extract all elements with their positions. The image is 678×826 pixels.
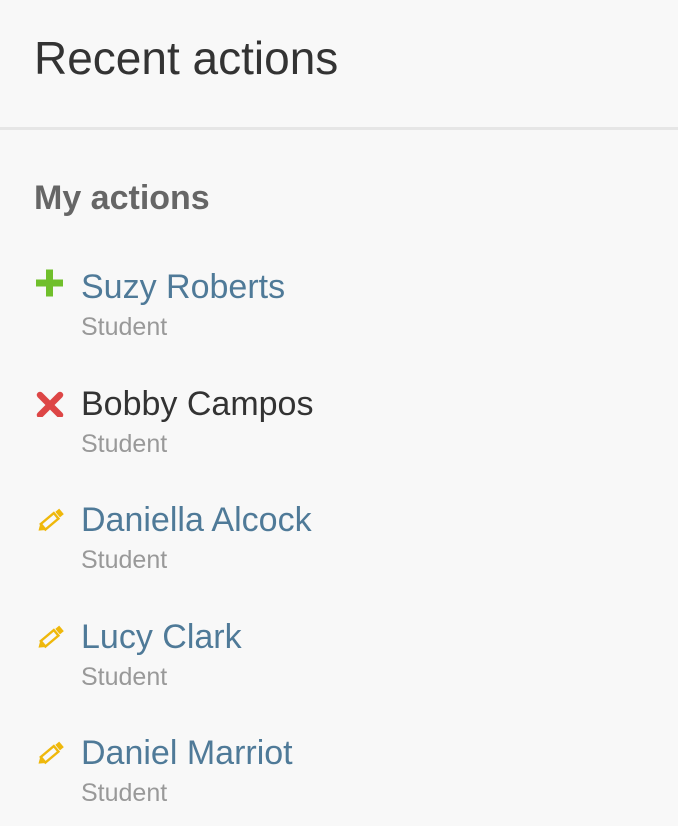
list-item: Daniella Alcock Student [34,501,678,618]
action-link-daniel-marriot[interactable]: Daniel Marriot [81,734,678,772]
edit-icon [34,618,66,650]
actions-list: Suzy Roberts Student Bobby Campos Studen… [34,268,678,826]
module-header: Recent actions [0,0,678,130]
action-type-label: Student [81,313,168,341]
list-item: Bobby Campos Student [34,385,678,502]
list-item: Lucy Clark Student [34,618,678,735]
action-type-label: Student [81,662,168,691]
delete-icon [34,385,66,417]
edit-icon [34,501,66,533]
recent-actions-module: Recent actions My actions Suzy Roberts S… [0,0,678,826]
action-link-lucy-clark[interactable]: Lucy Clark [81,618,678,656]
add-icon [34,268,66,300]
action-link-suzy-roberts[interactable]: Suzy Roberts [81,268,678,306]
action-type-label: Student [81,546,168,574]
module-body: My actions Suzy Roberts Student Bobby Ca… [0,130,678,826]
page-title: Recent actions [34,32,339,84]
action-link-daniella-alcock[interactable]: Daniella Alcock [81,501,678,539]
action-name-bobby-campos: Bobby Campos [81,384,314,423]
action-type-label: Student [81,779,168,807]
action-type-label: Student [81,429,168,458]
section-title: My actions [34,179,210,217]
list-item: Daniel Marriot Student [34,734,678,826]
list-item: Suzy Roberts Student [34,268,678,385]
edit-icon [34,734,66,766]
